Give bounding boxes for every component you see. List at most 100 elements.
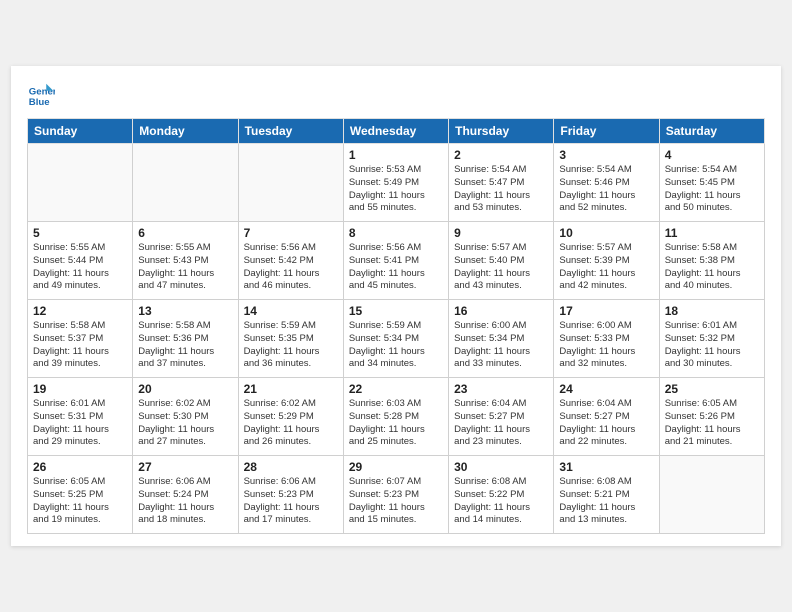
- calendar-cell: 18Sunrise: 6:01 AMSunset: 5:32 PMDayligh…: [659, 300, 764, 378]
- cell-info: Sunrise: 5:57 AM: [559, 242, 653, 255]
- calendar-cell: 28Sunrise: 6:06 AMSunset: 5:23 PMDayligh…: [238, 456, 343, 534]
- cell-info: Sunset: 5:24 PM: [138, 489, 232, 502]
- cell-info: Sunrise: 6:02 AM: [244, 398, 338, 411]
- cell-info: Daylight: 11 hours: [454, 268, 548, 281]
- cell-info: and 45 minutes.: [349, 280, 443, 293]
- calendar-cell: 31Sunrise: 6:08 AMSunset: 5:21 PMDayligh…: [554, 456, 659, 534]
- cell-info: Sunset: 5:26 PM: [665, 411, 759, 424]
- calendar-container: General Blue SundayMondayTuesdayWednesda…: [11, 66, 781, 546]
- calendar-cell: 19Sunrise: 6:01 AMSunset: 5:31 PMDayligh…: [28, 378, 133, 456]
- cell-info: Sunrise: 6:00 AM: [559, 320, 653, 333]
- day-number: 31: [559, 460, 653, 474]
- cell-info: Daylight: 11 hours: [244, 502, 338, 515]
- day-number: 20: [138, 382, 232, 396]
- cell-info: and 49 minutes.: [33, 280, 127, 293]
- calendar-cell: 9 Sunrise: 5:57 AMSunset: 5:40 PMDaylight…: [449, 222, 554, 300]
- cell-info: Daylight: 11 hours: [454, 424, 548, 437]
- cell-info: and 43 minutes.: [454, 280, 548, 293]
- cell-info: Daylight: 11 hours: [559, 190, 653, 203]
- cell-info: and 27 minutes.: [138, 436, 232, 449]
- cell-info: Sunset: 5:34 PM: [349, 333, 443, 346]
- cell-info: and 34 minutes.: [349, 358, 443, 371]
- day-number: 16: [454, 304, 548, 318]
- day-number: 28: [244, 460, 338, 474]
- cell-info: Sunrise: 6:06 AM: [244, 476, 338, 489]
- cell-info: Sunrise: 6:04 AM: [454, 398, 548, 411]
- cell-info: Sunset: 5:39 PM: [559, 255, 653, 268]
- cell-info: Sunset: 5:29 PM: [244, 411, 338, 424]
- calendar-cell: 16Sunrise: 6:00 AMSunset: 5:34 PMDayligh…: [449, 300, 554, 378]
- calendar-cell: 27Sunrise: 6:06 AMSunset: 5:24 PMDayligh…: [133, 456, 238, 534]
- cell-info: Sunset: 5:49 PM: [349, 177, 443, 190]
- day-number: 12: [33, 304, 127, 318]
- cell-info: Daylight: 11 hours: [349, 502, 443, 515]
- cell-info: Daylight: 11 hours: [665, 268, 759, 281]
- cell-info: Sunrise: 5:59 AM: [349, 320, 443, 333]
- calendar-cell: 21Sunrise: 6:02 AMSunset: 5:29 PMDayligh…: [238, 378, 343, 456]
- cell-info: Sunrise: 6:03 AM: [349, 398, 443, 411]
- day-number: 5: [33, 226, 127, 240]
- cell-info: and 29 minutes.: [33, 436, 127, 449]
- calendar-cell: 11Sunrise: 5:58 AMSunset: 5:38 PMDayligh…: [659, 222, 764, 300]
- cell-info: and 18 minutes.: [138, 514, 232, 527]
- weekday-header-row: SundayMondayTuesdayWednesdayThursdayFrid…: [28, 119, 765, 144]
- day-number: 17: [559, 304, 653, 318]
- weekday-header-saturday: Saturday: [659, 119, 764, 144]
- cell-info: Daylight: 11 hours: [559, 424, 653, 437]
- calendar-cell: 3Sunrise: 5:54 AMSunset: 5:46 PMDaylight…: [554, 144, 659, 222]
- calendar-cell: 4Sunrise: 5:54 AMSunset: 5:45 PMDaylight…: [659, 144, 764, 222]
- logo: General Blue: [27, 82, 59, 110]
- cell-info: and 37 minutes.: [138, 358, 232, 371]
- calendar-header: General Blue: [27, 82, 765, 110]
- calendar-cell: 30Sunrise: 6:08 AMSunset: 5:22 PMDayligh…: [449, 456, 554, 534]
- calendar-cell: [659, 456, 764, 534]
- day-number: 30: [454, 460, 548, 474]
- cell-info: and 30 minutes.: [665, 358, 759, 371]
- cell-info: Daylight: 11 hours: [665, 346, 759, 359]
- weekday-header-monday: Monday: [133, 119, 238, 144]
- week-row-1: 5 Sunrise: 5:55 AM Sunset: 5:44 PM Daylight…: [28, 222, 765, 300]
- calendar-cell: 12Sunrise: 5:58 AMSunset: 5:37 PMDayligh…: [28, 300, 133, 378]
- calendar-cell: 14Sunrise: 5:59 AMSunset: 5:35 PMDayligh…: [238, 300, 343, 378]
- day-number: 9: [454, 226, 548, 240]
- cell-info: Daylight: 11 hours: [454, 502, 548, 515]
- day-number: 24: [559, 382, 653, 396]
- cell-info: Sunset: 5:43 PM: [138, 255, 232, 268]
- svg-text:Blue: Blue: [29, 97, 50, 108]
- cell-info: Daylight: 11 hours: [244, 268, 338, 281]
- cell-info: Sunrise: 5:57 AM: [454, 242, 548, 255]
- day-number: 27: [138, 460, 232, 474]
- cell-info: Sunset: 5:40 PM: [454, 255, 548, 268]
- cell-info: and 36 minutes.: [244, 358, 338, 371]
- day-number: 6: [138, 226, 232, 240]
- day-number: 4: [665, 148, 759, 162]
- logo-icon: General Blue: [27, 82, 55, 110]
- cell-info: Sunrise: 5:53 AM: [349, 164, 443, 177]
- cell-info: and 25 minutes.: [349, 436, 443, 449]
- calendar-table: SundayMondayTuesdayWednesdayThursdayFrid…: [27, 118, 765, 534]
- cell-info: Sunrise: 6:04 AM: [559, 398, 653, 411]
- cell-info: Daylight: 11 hours: [665, 424, 759, 437]
- day-number: 19: [33, 382, 127, 396]
- cell-info: Sunset: 5:27 PM: [454, 411, 548, 424]
- cell-info: Sunrise: 5:55 AM: [138, 242, 232, 255]
- cell-info: and 40 minutes.: [665, 280, 759, 293]
- cell-info: Sunrise: 6:00 AM: [454, 320, 548, 333]
- cell-info: Sunrise: 5:54 AM: [454, 164, 548, 177]
- cell-info: Sunset: 5:42 PM: [244, 255, 338, 268]
- cell-info: Daylight: 11 hours: [244, 346, 338, 359]
- cell-info: and 42 minutes.: [559, 280, 653, 293]
- day-number: 29: [349, 460, 443, 474]
- cell-info: and 15 minutes.: [349, 514, 443, 527]
- calendar-cell: [28, 144, 133, 222]
- day-number: 22: [349, 382, 443, 396]
- cell-info: Sunset: 5:46 PM: [559, 177, 653, 190]
- cell-info: Sunrise: 6:07 AM: [349, 476, 443, 489]
- cell-info: Sunrise: 5:56 AM: [244, 242, 338, 255]
- cell-info: and 47 minutes.: [138, 280, 232, 293]
- cell-info: and 14 minutes.: [454, 514, 548, 527]
- cell-info: Sunset: 5:27 PM: [559, 411, 653, 424]
- cell-info: Sunrise: 5:54 AM: [665, 164, 759, 177]
- cell-info: Sunset: 5:44 PM: [33, 255, 127, 268]
- calendar-cell: 6Sunrise: 5:55 AMSunset: 5:43 PMDaylight…: [133, 222, 238, 300]
